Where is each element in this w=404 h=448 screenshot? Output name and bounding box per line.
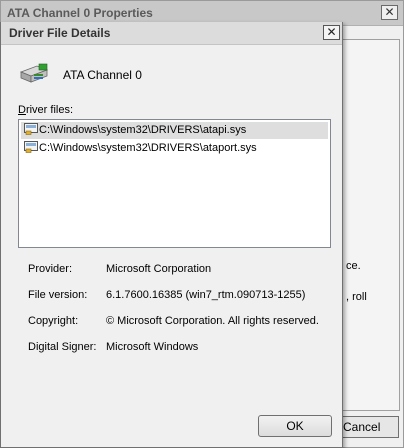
- background-cancel-button[interactable]: Cancel: [341, 416, 399, 438]
- driver-files-label-text: river files:: [25, 104, 74, 116]
- file-path: C:\Windows\system32\DRIVERS\ataport.sys: [39, 142, 257, 154]
- dialog-title: Driver File Details: [9, 26, 111, 40]
- provider-value: Microsoft Corporation: [106, 263, 212, 275]
- copyright-label: Copyright:: [28, 315, 79, 327]
- file-version-value: 6.1.7600.16385 (win7_rtm.090713-1255): [106, 289, 306, 301]
- digital-signer-label: Digital Signer:: [28, 341, 97, 353]
- dialog-title-bar[interactable]: Driver File Details ✕: [1, 22, 342, 45]
- signed-driver-file-icon: [24, 141, 38, 153]
- device-name: ATA Channel 0: [63, 68, 142, 82]
- list-item[interactable]: C:\Windows\system32\DRIVERS\atapi.sys: [21, 122, 328, 139]
- provider-label: Provider:: [28, 263, 73, 275]
- background-partial-text: , roll: [346, 291, 367, 303]
- copyright-value: © Microsoft Corporation. All rights rese…: [106, 315, 319, 327]
- signed-driver-file-icon: [24, 123, 38, 135]
- background-close-button[interactable]: ✕: [381, 5, 398, 20]
- dialog-close-button[interactable]: ✕: [323, 25, 340, 40]
- digital-signer-value: Microsoft Windows: [106, 341, 199, 353]
- file-path: C:\Windows\system32\DRIVERS\atapi.sys: [39, 124, 247, 136]
- ide-controller-icon: [19, 62, 49, 86]
- driver-files-list[interactable]: C:\Windows\system32\DRIVERS\atapi.sys C:…: [18, 119, 331, 248]
- list-item[interactable]: C:\Windows\system32\DRIVERS\ataport.sys: [21, 140, 328, 157]
- driver-file-details-dialog: Driver File Details ✕ ATA Channel 0 Driv…: [0, 22, 343, 448]
- background-window-title: ATA Channel 0 Properties: [7, 6, 153, 20]
- background-tab-panel: [343, 39, 400, 411]
- driver-files-label-hotkey: D: [18, 104, 26, 116]
- ok-button[interactable]: OK: [258, 415, 332, 437]
- file-version-label: File version:: [28, 289, 88, 301]
- driver-files-label: Driver files:: [18, 104, 73, 116]
- background-partial-text: ce.: [346, 260, 361, 272]
